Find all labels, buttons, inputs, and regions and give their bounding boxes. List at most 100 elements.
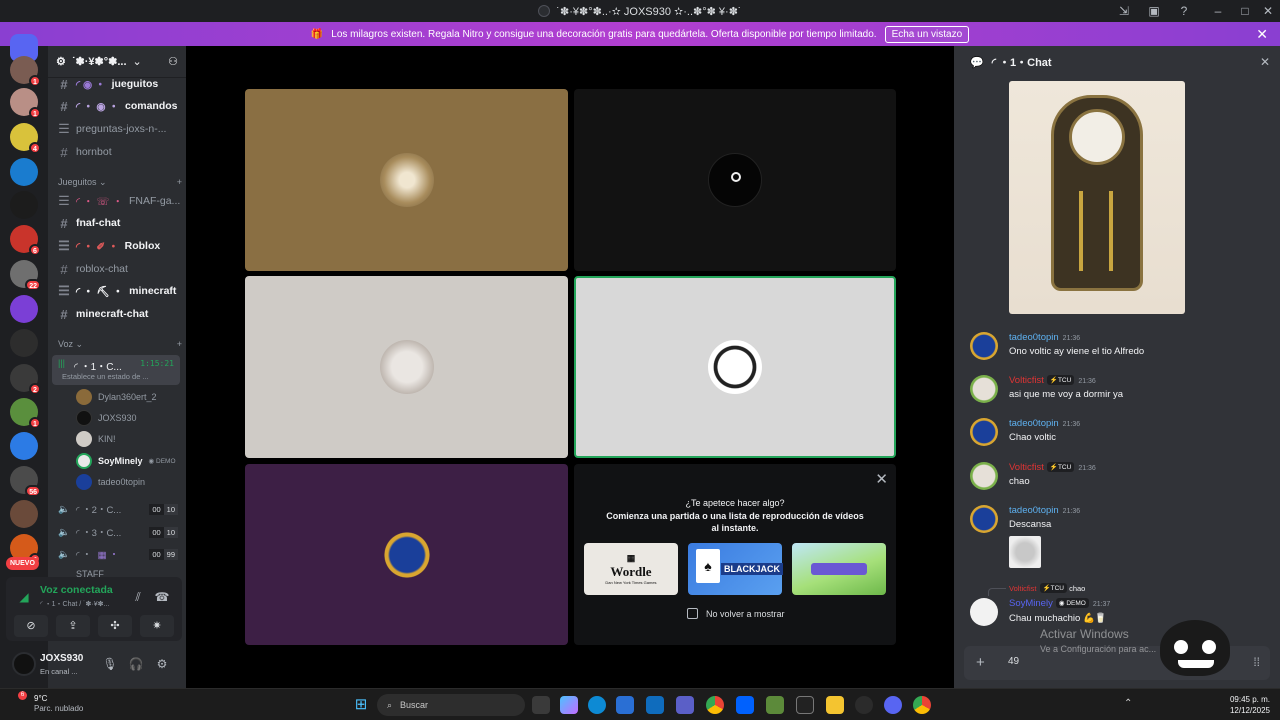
voice-channel-3[interactable]: 🔈 ◜ ・3・C... 00 10 — [58, 523, 178, 541]
maximize-icon[interactable]: □ — [1237, 3, 1253, 19]
system-clock[interactable]: 09:45 p. m. 12/12/2025 — [1230, 694, 1270, 716]
voice-member[interactable]: Dylan360ert_2 — [76, 388, 157, 406]
minecraft-icon[interactable] — [766, 696, 784, 714]
avatar[interactable] — [12, 652, 36, 676]
chrome-icon[interactable] — [706, 696, 724, 714]
signal-icon[interactable]: ◢ — [16, 589, 32, 605]
channel-roblox[interactable]: ☰ ◜ ・ ✐ ・ Roblox — [54, 236, 182, 256]
video-tile[interactable] — [574, 89, 896, 271]
edge-icon[interactable] — [588, 696, 606, 714]
copilot-icon[interactable] — [560, 696, 578, 714]
microphone-icon[interactable]: 🎙 — [102, 656, 118, 672]
outlook-icon[interactable] — [646, 696, 664, 714]
checkbox[interactable] — [687, 608, 698, 619]
game-card[interactable] — [792, 543, 886, 595]
epic-games-icon[interactable] — [796, 696, 814, 714]
disconnect-icon[interactable]: ☎ — [154, 589, 170, 605]
add-attachment-icon[interactable]: + — [976, 654, 985, 671]
close-icon[interactable]: ✕ — [1260, 55, 1270, 69]
server-icon[interactable]: 22 — [10, 260, 41, 291]
server-icon[interactable]: 6 — [10, 225, 41, 256]
server-icon[interactable] — [10, 191, 38, 219]
help-icon[interactable]: ? — [1176, 3, 1192, 19]
inbox-icon[interactable]: ⇲ — [1116, 3, 1132, 19]
settings-gear-icon[interactable]: ⚙ — [154, 656, 170, 672]
video-tile-speaking[interactable] — [574, 276, 896, 458]
video-tile[interactable] — [245, 464, 568, 645]
voice-member[interactable]: KIN! — [76, 430, 116, 448]
message-author[interactable]: SoyMinely ◉ DEMO 21:37 — [1009, 598, 1110, 609]
add-channel-icon[interactable]: + — [177, 177, 182, 188]
channel-fnaf-forum[interactable]: ☰ ◜ ・ ☏ ・ FNAF-ga... — [54, 191, 182, 211]
headphones-icon[interactable]: 🎧 — [128, 656, 144, 672]
dont-show-again[interactable]: No volver a mostrar — [687, 608, 785, 619]
message-author[interactable]: Volticfist ⚡TCU 21:36 — [1009, 462, 1096, 473]
avatar[interactable] — [970, 418, 998, 446]
screen-share-icon[interactable]: ▣ — [1146, 3, 1162, 19]
voice-member[interactable]: tadeo0topin — [76, 473, 145, 491]
video-tile[interactable] — [245, 89, 568, 271]
store-icon[interactable] — [616, 696, 634, 714]
banner-button[interactable]: Echa un vistazo — [884, 25, 970, 43]
voice-connected-status[interactable]: Voz conectada — [40, 584, 113, 596]
channel-minecraft-chat[interactable]: # minecraft-chat — [54, 304, 182, 324]
server-icon[interactable]: 1 — [10, 56, 41, 87]
channel-preguntas[interactable]: ☰ preguntas-joxs-n-... — [54, 119, 182, 139]
close-icon[interactable]: ✕ — [875, 470, 888, 488]
apps-icon[interactable]: ⁞⁞ — [1253, 655, 1260, 669]
category-jueguitos[interactable]: Jueguitos ⌄ + — [58, 177, 182, 188]
voice-status[interactable]: Establece un estado de ... — [62, 372, 149, 381]
discord-taskbar-icon[interactable] — [884, 696, 902, 714]
voice-member[interactable]: SoyMinely ◉ DEMO — [76, 452, 176, 470]
dropbox-icon[interactable] — [736, 696, 754, 714]
server-icon[interactable] — [10, 432, 38, 460]
channel-hornbot[interactable]: # hornbot — [54, 142, 182, 162]
share-screen-button[interactable]: ⇪ — [56, 615, 90, 637]
message-author[interactable]: Volticfist ⚡TCU 21:36 — [1009, 375, 1096, 386]
active-voice-channel[interactable]: ||| ◜ ・1・C... 1:15:21 Establece un estad… — [52, 355, 180, 385]
soundboard-button[interactable]: ✷ — [140, 615, 174, 637]
category-voz[interactable]: Voz ⌄ + — [58, 339, 182, 350]
server-icon[interactable]: 4 — [10, 123, 41, 154]
server-icon[interactable]: 56 — [10, 466, 41, 497]
server-icon[interactable]: 2 — [10, 364, 41, 395]
close-window-icon[interactable]: ✕ — [1260, 3, 1276, 19]
message-author[interactable]: tadeo0topin 21:36 — [1009, 418, 1080, 429]
task-view-icon[interactable] — [532, 696, 550, 714]
noise-suppression-icon[interactable]: ⫽ — [130, 589, 146, 605]
server-icon[interactable]: 1 — [10, 88, 41, 119]
server-icon[interactable] — [10, 295, 38, 323]
server-icon[interactable]: 1 — [10, 398, 41, 429]
video-tile[interactable] — [245, 276, 568, 458]
taskbar-search[interactable]: ⌕ Buscar — [377, 694, 525, 716]
add-channel-icon[interactable]: + — [177, 339, 182, 350]
camera-off-button[interactable]: ⊘ — [14, 615, 48, 637]
avatar[interactable] — [970, 462, 998, 490]
teams-icon[interactable] — [676, 696, 694, 714]
sticker-image[interactable] — [1009, 536, 1041, 568]
channel-fnaf-chat[interactable]: # fnaf-chat — [54, 213, 182, 233]
avatar[interactable] — [970, 375, 998, 403]
avatar[interactable] — [970, 505, 998, 533]
message-input[interactable]: 49 — [1008, 656, 1019, 667]
message-author[interactable]: tadeo0topin 21:36 — [1009, 332, 1080, 343]
invite-icon[interactable]: ⚇ — [168, 55, 178, 68]
activities-button[interactable]: ✣ — [98, 615, 132, 637]
voice-member[interactable]: JOXS930 — [76, 409, 137, 427]
clock-image-attachment[interactable] — [1009, 81, 1185, 314]
blackjack-card[interactable]: ♠ BLACKJACK — [688, 543, 783, 595]
chrome-profile-icon[interactable] — [913, 696, 931, 714]
wordle-card[interactable]: ▦ Wordle Dan New York Times Games — [584, 543, 678, 595]
voice-channel-2[interactable]: 🔈 ◜ ・2・C... 00 10 — [58, 500, 178, 518]
avatar[interactable] — [970, 598, 998, 626]
channel-roblox-chat[interactable]: # roblox-chat — [54, 259, 182, 279]
file-explorer-icon[interactable] — [826, 696, 844, 714]
windows-start-icon[interactable]: ⊞ — [352, 696, 370, 714]
channel-minecraft[interactable]: ☰ ◜ ・ ⛏ ・ minecraft — [54, 281, 182, 301]
minimize-icon[interactable]: – — [1210, 3, 1226, 19]
username[interactable]: JOXS930 — [40, 653, 83, 664]
server-icon[interactable] — [10, 500, 38, 528]
server-icon[interactable] — [10, 158, 38, 186]
server-icon[interactable] — [10, 329, 38, 357]
weather-widget[interactable]: 9°C Parc. nublado — [34, 694, 83, 713]
